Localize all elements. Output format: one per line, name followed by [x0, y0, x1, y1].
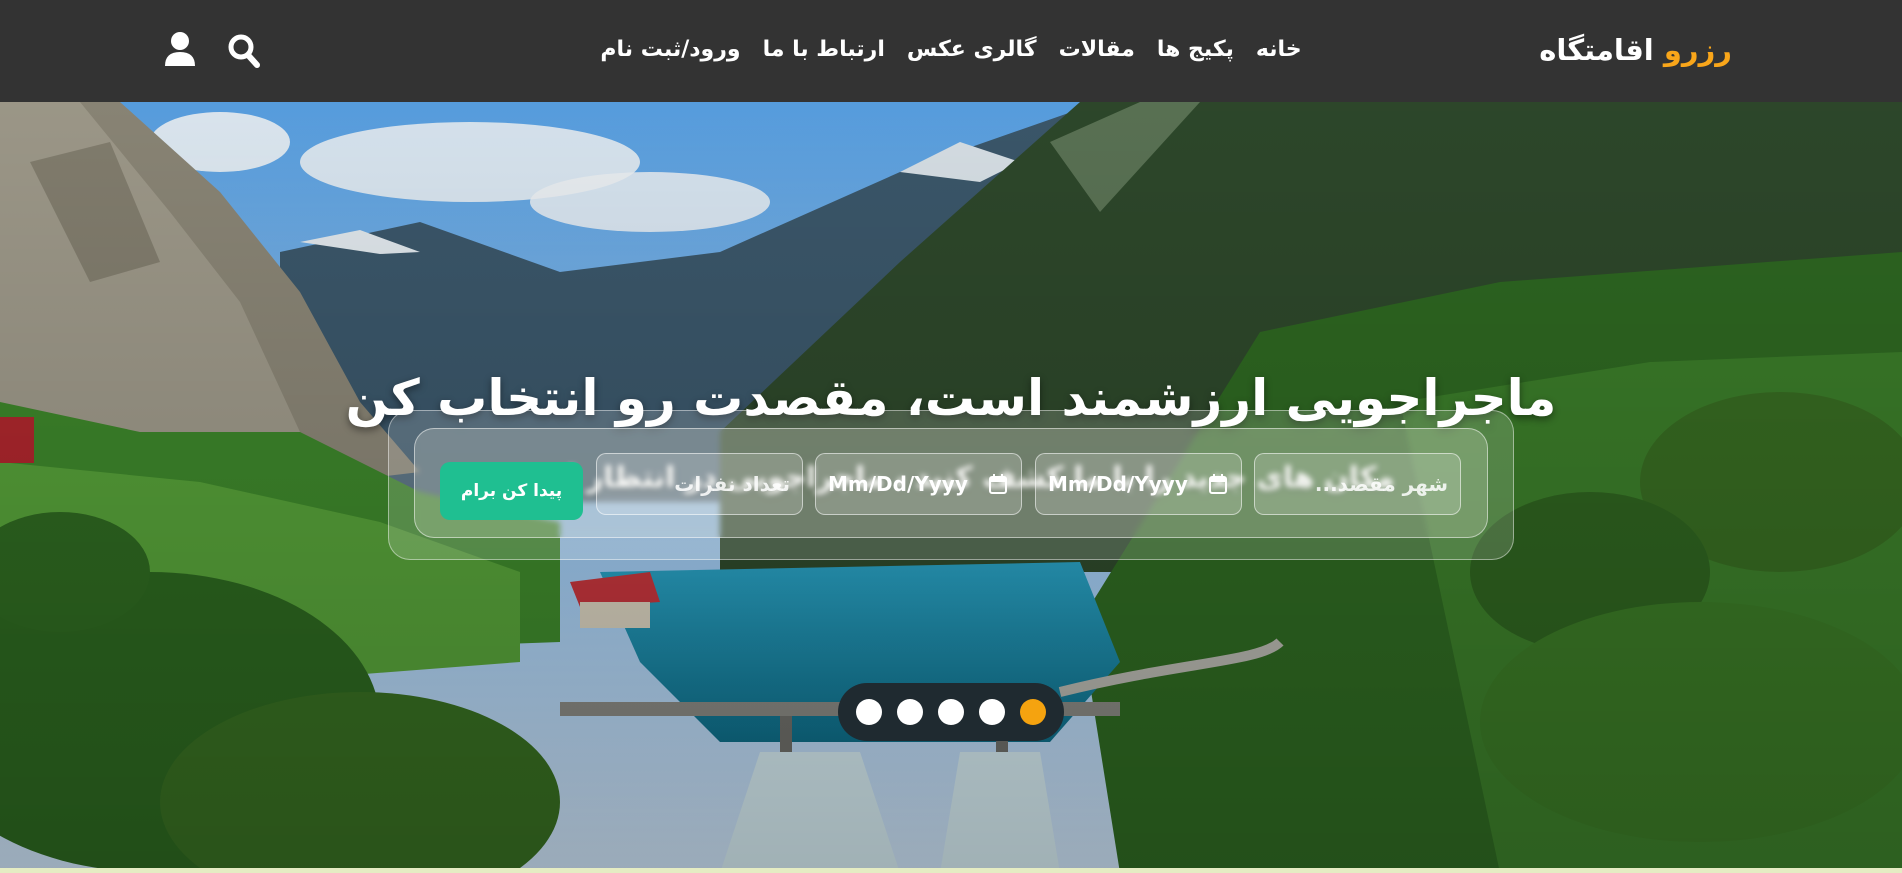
menu-item-login[interactable]: ورود/ثبت نام [589, 32, 751, 68]
slider-dot-3[interactable] [938, 699, 964, 725]
destination-city-input[interactable]: شهر مقصد... [1254, 453, 1461, 515]
slider-dot-5-active[interactable] [1020, 699, 1046, 725]
menu-item-articles[interactable]: مقالات [1048, 32, 1146, 68]
find-button[interactable]: پیدا کن برام [440, 462, 583, 520]
check-out-date-value: Mm/Dd/Yyyy [828, 472, 968, 496]
header-icons [160, 28, 264, 72]
page-bottom-strip [0, 868, 1902, 873]
check-in-date-input[interactable]: Mm/Dd/Yyyy [1035, 453, 1242, 515]
slider-dot-1[interactable] [856, 699, 882, 725]
guest-count-input[interactable]: تعداد نفرات [596, 453, 803, 515]
menu-item-contact[interactable]: ارتباط با ما [752, 32, 896, 68]
check-in-date-value: Mm/Dd/Yyyy [1048, 472, 1188, 496]
search-icon[interactable] [224, 28, 264, 72]
calendar-icon[interactable] [989, 474, 1007, 494]
main-menu: خانه پکیج ها مقالات گالری عکس ارتباط با … [0, 32, 1902, 68]
slider-dot-4[interactable] [979, 699, 1005, 725]
menu-item-packages[interactable]: پکیج ها [1146, 32, 1245, 68]
calendar-icon[interactable] [1209, 474, 1227, 494]
slider-dot-2[interactable] [897, 699, 923, 725]
menu-item-home[interactable]: خانه [1245, 32, 1313, 68]
check-out-date-input[interactable]: Mm/Dd/Yyyy [815, 453, 1022, 515]
user-icon[interactable] [160, 28, 200, 72]
slider-pagination [838, 683, 1064, 741]
menu-item-gallery[interactable]: گالری عکس [896, 32, 1048, 68]
top-navbar: رزرو اقامتگاه خانه پکیج ها مقالات گالری … [0, 0, 1902, 102]
